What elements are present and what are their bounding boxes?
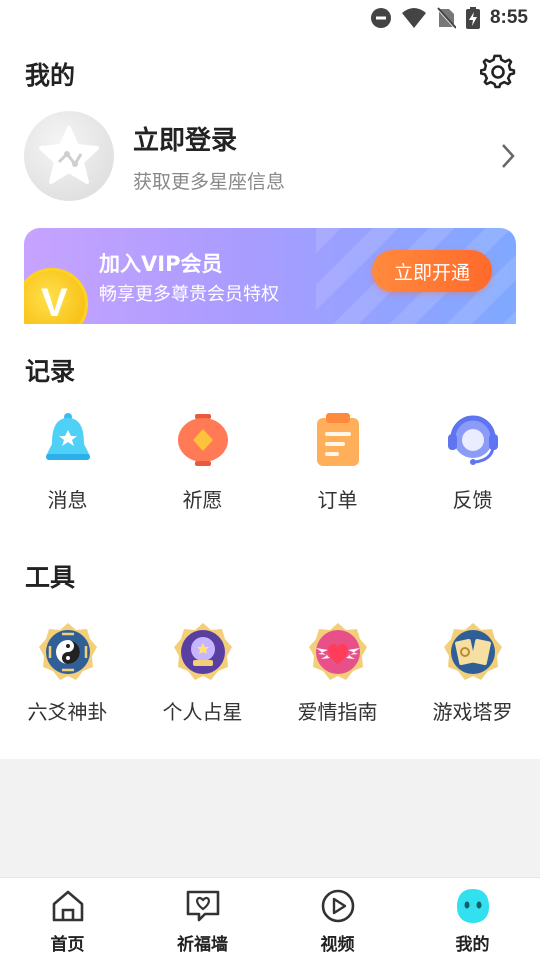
login-subtitle: 获取更多星座信息 [133,171,286,193]
tab-home[interactable]: 首页 [0,878,135,960]
headset-icon [447,415,498,465]
records-grid: 消息 祈愿 订单 反馈 [0,410,540,513]
records-item-label: 订单 [317,488,358,512]
records-item-wish[interactable]: 祈愿 [135,410,270,513]
vip-subtitle: 畅享更多尊贵会员特权 [99,284,279,305]
tools-grid: 六爻神卦 个人占星 爱情指南 游戏塔罗 [0,622,540,725]
tarot-cards-icon [443,623,502,680]
message-heart-icon [186,890,219,922]
mascot-icon [456,889,489,923]
home-icon [52,890,83,922]
play-icon [321,889,354,923]
tools-item-astrology[interactable]: 个人占星 [135,622,270,725]
login-title[interactable]: 立即登录 [133,120,237,157]
records-item-label: 反馈 [452,488,493,512]
no-sim-icon [436,7,456,29]
records-section-title: 记录 [25,357,76,386]
lantern-icon [177,414,228,466]
records-item-label: 祈愿 [182,488,223,512]
tab-mine[interactable]: 我的 [405,878,540,960]
battery-charging-icon [465,7,480,29]
records-item-orders[interactable]: 订单 [270,410,405,513]
tab-label: 视频 [320,935,355,955]
tab-wish-wall[interactable]: 祈福墙 [135,878,270,960]
clipboard-icon [316,413,359,466]
records-item-feedback[interactable]: 反馈 [405,410,540,513]
records-item-label: 消息 [47,488,88,512]
winged-heart-icon [308,623,367,680]
tab-label: 祈福墙 [177,935,228,955]
tab-label: 首页 [50,935,85,955]
main-card: 记录 消息 祈愿 订单 反馈 工具 六爻神卦 个人占星 爱情指南 游戏塔罗 [0,324,540,759]
tools-item-tarot[interactable]: 游戏塔罗 [405,622,540,725]
records-item-messages[interactable]: 消息 [0,410,135,513]
status-bar: 8:55 [0,0,540,36]
tools-item-love-guide[interactable]: 爱情指南 [270,622,405,725]
do-not-disturb-icon [370,8,391,28]
tab-label: 我的 [455,935,490,955]
profile-area: 我的 立即登录 获取更多星座信息 V 加入VIP会员 畅享更多尊贵会员特权 立即… [0,36,540,338]
tools-item-liuyao[interactable]: 六爻神卦 [0,622,135,725]
vip-open-button[interactable]: 立即开通 [372,250,492,292]
tools-item-label: 六爻神卦 [27,700,108,724]
tools-section-title: 工具 [25,563,76,592]
bottom-tab-bar: 首页 祈福墙 视频 我的 [0,877,540,960]
settings-gear-icon[interactable] [480,54,516,90]
vip-title: 加入VIP会员 [99,252,223,276]
star-avatar-icon [39,126,99,184]
bagua-icon [38,623,97,680]
tab-video[interactable]: 视频 [270,878,405,960]
tools-item-label: 游戏塔罗 [432,700,513,724]
vip-coin-letter: V [41,281,68,325]
page-title: 我的 [25,61,76,90]
vip-banner[interactable]: V 加入VIP会员 畅享更多尊贵会员特权 立即开通 [24,228,516,338]
status-time: 8:55 [489,7,528,28]
chevron-right-icon[interactable] [497,141,519,171]
avatar[interactable] [24,111,114,201]
wifi-icon [401,8,426,28]
bell-icon [45,413,90,460]
tools-item-label: 爱情指南 [297,700,378,724]
crystal-ball-icon [173,623,232,680]
tools-item-label: 个人占星 [162,700,243,724]
